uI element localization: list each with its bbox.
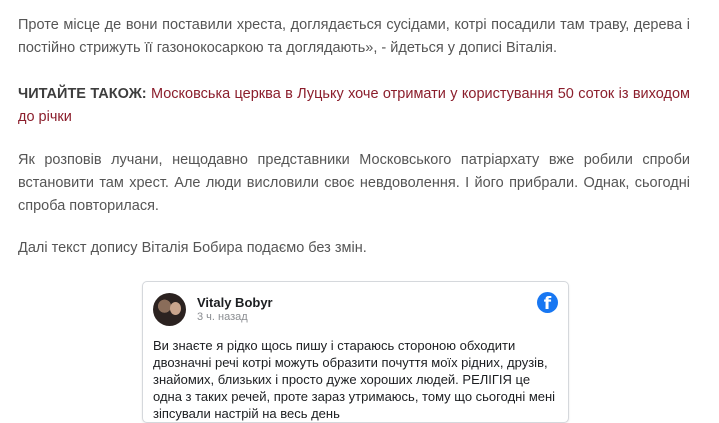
post-author-name[interactable]: Vitaly Bobyr (197, 295, 273, 310)
read-also-label: ЧИТАЙТЕ ТАКОЖ: (18, 86, 147, 102)
facebook-icon[interactable]: f (537, 292, 558, 313)
article-paragraph-3: Як розповів лучани, нещодавно представни… (18, 152, 690, 214)
facebook-post-embed[interactable]: Vitaly Bobyr 3 ч. назад f Ви знаєте я рі… (142, 281, 569, 423)
avatar[interactable] (153, 293, 186, 326)
article-paragraph-1: Проте місце де вони поставили хреста, до… (18, 17, 690, 56)
read-also-block: ЧИТАЙТЕ ТАКОЖ: Московська церква в Луцьк… (18, 83, 690, 129)
post-timestamp[interactable]: 3 ч. назад (197, 311, 248, 323)
article-paragraph-4: Далі текст допису Віталія Бобира подаємо… (18, 240, 367, 256)
post-text: Ви знаєте я рідко щось пишу і стараюсь с… (153, 338, 556, 421)
